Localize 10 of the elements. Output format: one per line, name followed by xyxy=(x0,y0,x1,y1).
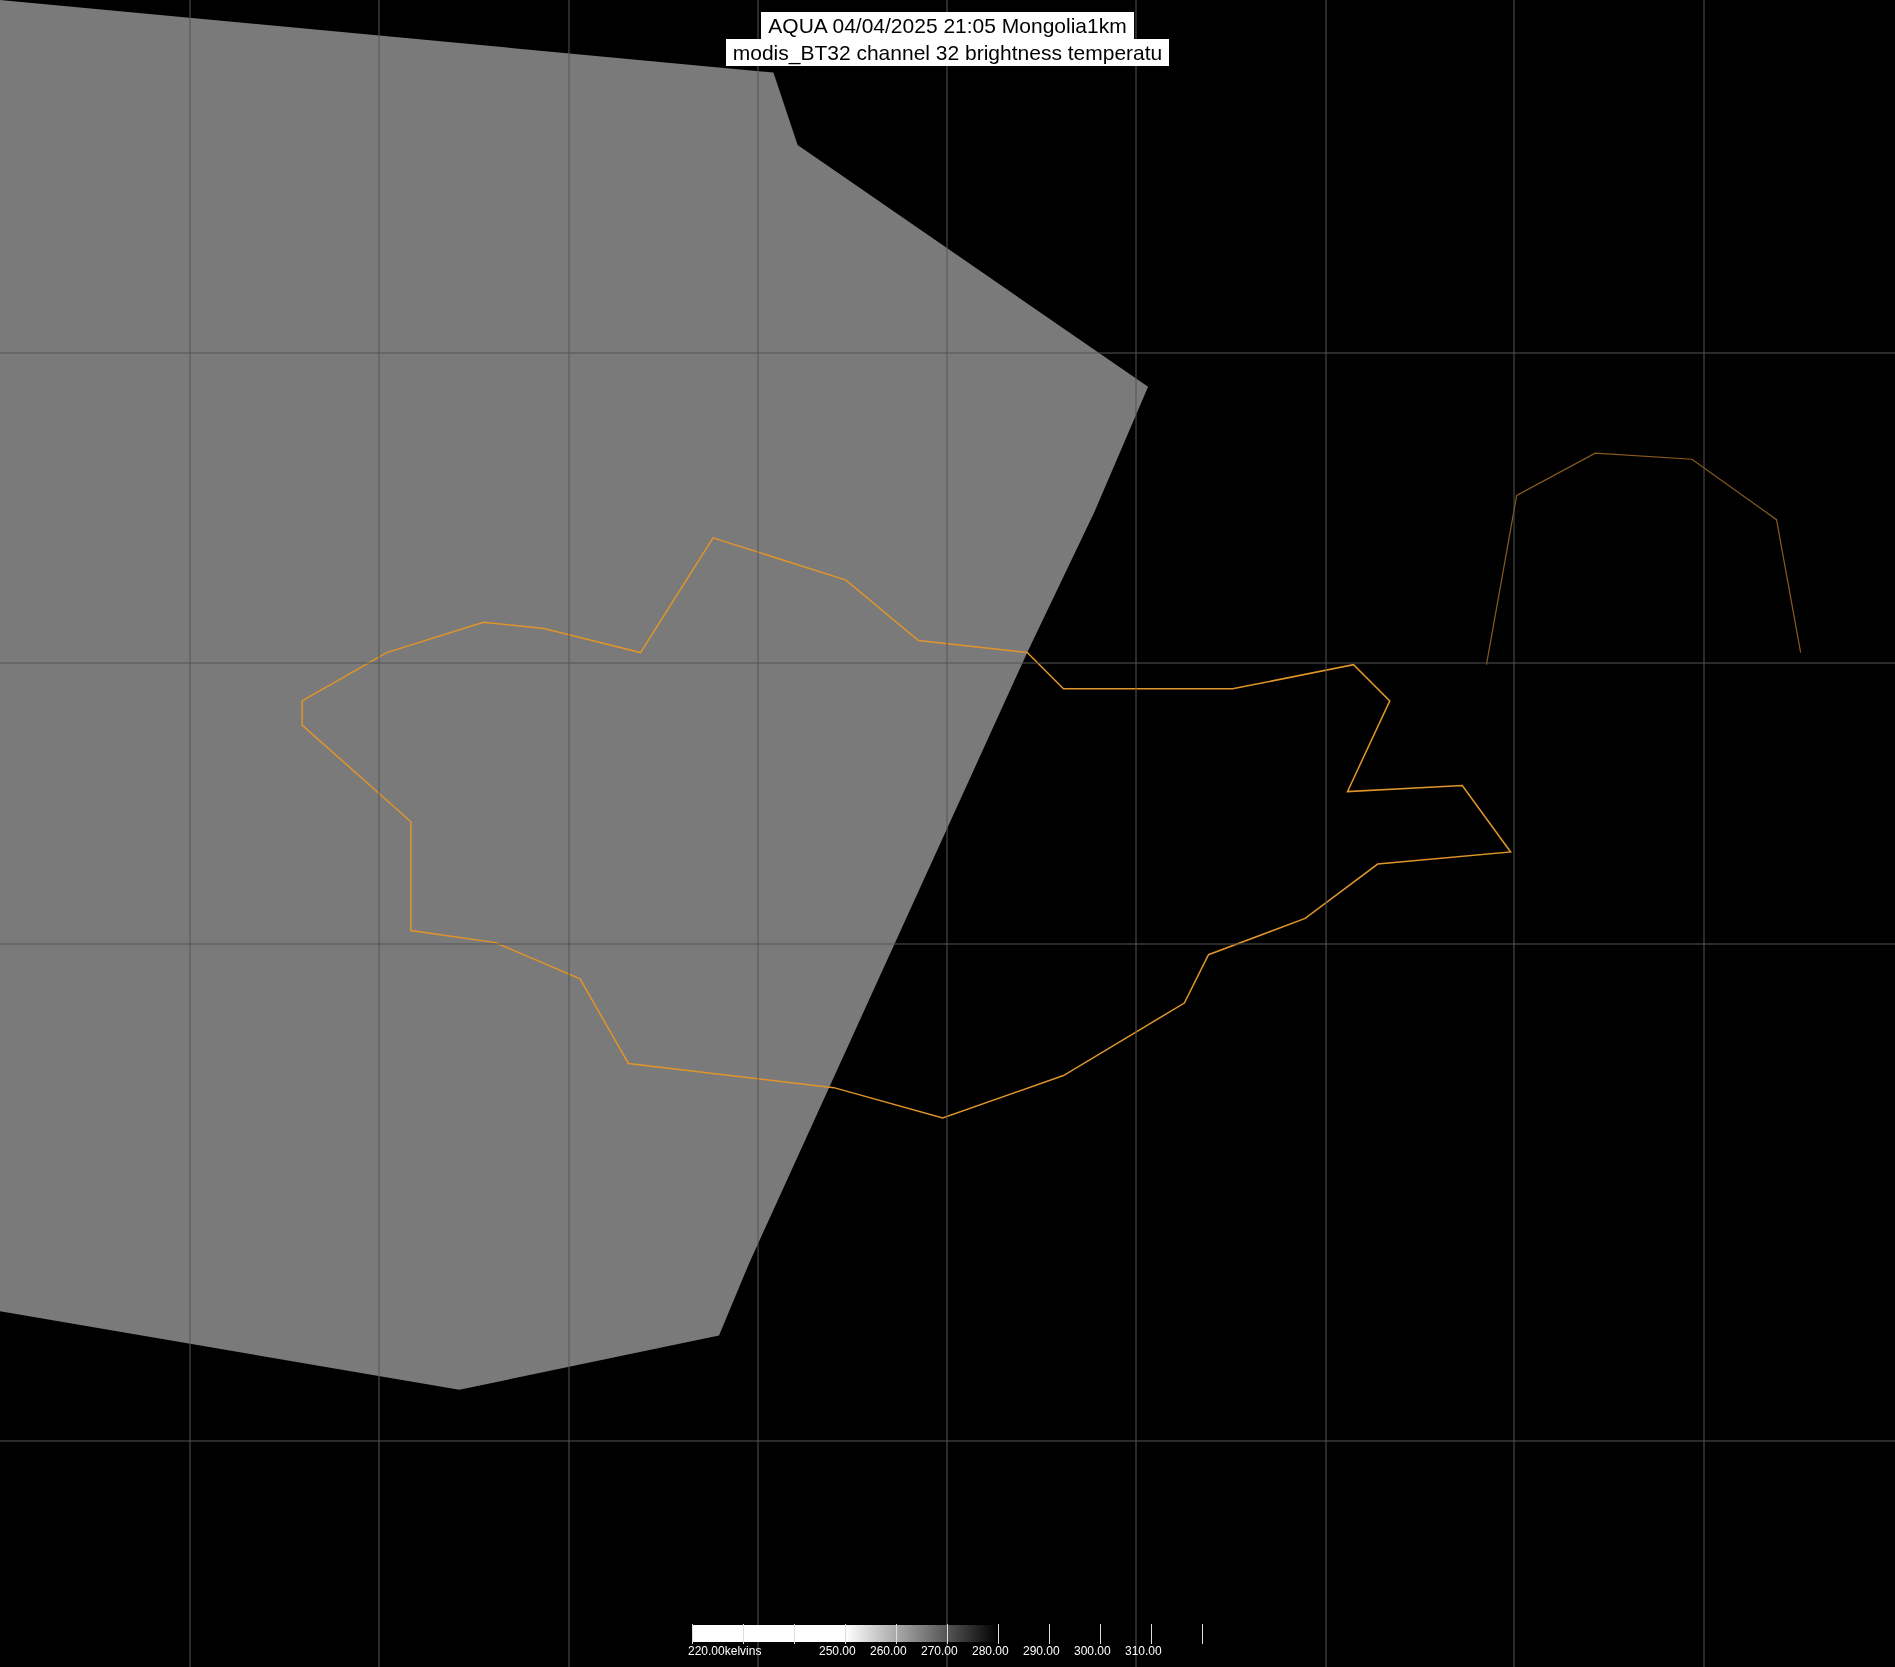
colorbar-label: 220.00kelvins xyxy=(688,1644,762,1658)
image-title: AQUA 04/04/2025 21:05 Mongolia1km xyxy=(761,12,1134,39)
colorbar-label: 250.00 xyxy=(819,1644,856,1658)
colorbar-label: 280.00 xyxy=(972,1644,1009,1658)
colorbar-label: 270.00 xyxy=(921,1644,958,1658)
image-subtitle: modis_BT32 channel 32 brightness temperatu xyxy=(725,39,1170,66)
colorbar-label: 300.00 xyxy=(1074,1644,1111,1658)
colorbar-label: 290.00 xyxy=(1023,1644,1060,1658)
colorbar-label: 260.00 xyxy=(870,1644,907,1658)
colorbar-label: 310.00 xyxy=(1125,1644,1162,1658)
